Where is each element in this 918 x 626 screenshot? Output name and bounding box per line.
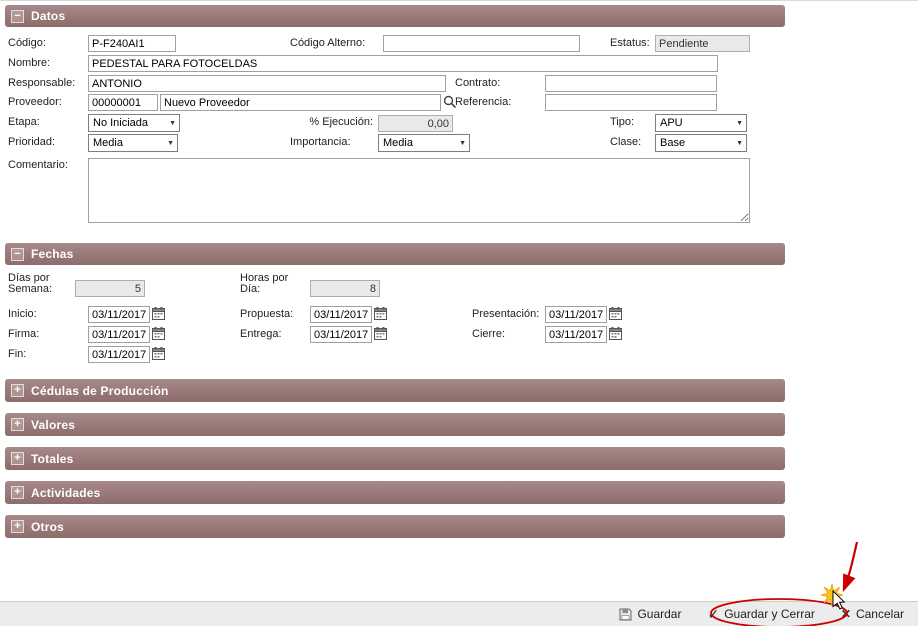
estatus-field: [655, 35, 750, 52]
clase-select[interactable]: Base ▼: [655, 134, 747, 152]
footer-toolbar: Guardar ✓ Guardar y Cerrar ✕ Cancelar: [0, 601, 918, 626]
section-title-fechas: Fechas: [31, 247, 74, 261]
calendar-icon[interactable]: [152, 327, 165, 340]
pointer-arrow-annotation: [844, 542, 857, 589]
contrato-label: Contrato:: [455, 77, 500, 89]
prioridad-select[interactable]: Media ▼: [88, 134, 178, 152]
section-title-cedulas: Cédulas de Producción: [31, 384, 169, 398]
form-page: − Datos Código: Código Alterno: Estatus:…: [0, 0, 918, 626]
section-title-valores: Valores: [31, 418, 75, 432]
propuesta-date-input[interactable]: [310, 306, 372, 323]
inicio-label: Inicio:: [8, 308, 37, 320]
expand-icon[interactable]: +: [11, 520, 24, 533]
clase-label: Clase:: [610, 136, 641, 148]
inicio-date-input[interactable]: [88, 306, 150, 323]
nombre-input[interactable]: [88, 55, 718, 72]
tipo-label: Tipo:: [610, 116, 634, 128]
contrato-input[interactable]: [545, 75, 717, 92]
comentario-textarea[interactable]: [88, 158, 750, 223]
importancia-selected-value: Media: [383, 137, 413, 149]
fin-label: Fin:: [8, 348, 26, 360]
guardar-label: Guardar: [637, 607, 681, 621]
nombre-label: Nombre:: [8, 57, 50, 69]
estatus-label: Estatus:: [610, 37, 650, 49]
referencia-label: Referencia:: [455, 96, 511, 108]
expand-icon[interactable]: +: [11, 384, 24, 397]
collapse-icon[interactable]: −: [11, 10, 24, 23]
presentacion-label: Presentación:: [472, 308, 539, 320]
propuesta-label: Propuesta:: [240, 308, 293, 320]
dias-semana-label: Días por Semana:: [8, 273, 60, 295]
section-title-totales: Totales: [31, 452, 74, 466]
cancelar-button[interactable]: ✕ Cancelar: [841, 607, 904, 621]
tipo-selected-value: APU: [660, 117, 683, 129]
guardar-y-cerrar-label: Guardar y Cerrar: [724, 607, 815, 621]
check-icon: ✓: [707, 608, 719, 620]
presentacion-date-input[interactable]: [545, 306, 607, 323]
etapa-selected-value: No Iniciada: [93, 117, 148, 129]
expand-icon[interactable]: +: [11, 418, 24, 431]
calendar-icon[interactable]: [152, 307, 165, 320]
codigo-input[interactable]: [88, 35, 176, 52]
clase-selected-value: Base: [660, 137, 685, 149]
proveedor-nombre-input[interactable]: [160, 94, 441, 111]
section-header-cedulas-de-produccion[interactable]: + Cédulas de Producción: [5, 379, 785, 402]
dias-semana-field: [75, 280, 145, 297]
calendar-icon[interactable]: [609, 307, 622, 320]
section-title-actividades: Actividades: [31, 486, 101, 500]
collapse-icon[interactable]: −: [11, 248, 24, 261]
importancia-select[interactable]: Media ▼: [378, 134, 470, 152]
expand-icon[interactable]: +: [11, 452, 24, 465]
fin-date-input[interactable]: [88, 346, 150, 363]
firma-date-input[interactable]: [88, 326, 150, 343]
cierre-label: Cierre:: [472, 328, 505, 340]
entrega-date-input[interactable]: [310, 326, 372, 343]
section-header-otros[interactable]: + Otros: [5, 515, 785, 538]
entrega-label: Entrega:: [240, 328, 282, 340]
importancia-label: Importancia:: [290, 136, 351, 148]
chevron-down-icon: ▼: [459, 140, 466, 147]
referencia-input[interactable]: [545, 94, 717, 111]
chevron-down-icon: ▼: [167, 140, 174, 147]
comentario-label: Comentario:: [8, 159, 68, 171]
cierre-date-input[interactable]: [545, 326, 607, 343]
etapa-select[interactable]: No Iniciada ▼: [88, 114, 180, 132]
ejecucion-field: [378, 115, 453, 132]
guardar-y-cerrar-button[interactable]: ✓ Guardar y Cerrar: [707, 607, 814, 621]
section-header-datos[interactable]: − Datos: [5, 5, 785, 27]
proveedor-label: Proveedor:: [8, 96, 62, 108]
section-header-valores[interactable]: + Valores: [5, 413, 785, 436]
section-title-datos: Datos: [31, 9, 65, 23]
ejecucion-label: % Ejecución:: [288, 116, 373, 128]
chevron-down-icon: ▼: [736, 140, 743, 147]
calendar-icon[interactable]: [374, 307, 387, 320]
calendar-icon[interactable]: [152, 347, 165, 360]
section-header-fechas[interactable]: − Fechas: [5, 243, 785, 265]
proveedor-codigo-input[interactable]: [88, 94, 158, 111]
section-header-actividades[interactable]: + Actividades: [5, 481, 785, 504]
prioridad-label: Prioridad:: [8, 136, 55, 148]
responsable-input[interactable]: [88, 75, 446, 92]
calendar-icon[interactable]: [609, 327, 622, 340]
responsable-label: Responsable:: [8, 77, 75, 89]
expand-icon[interactable]: +: [11, 486, 24, 499]
section-header-totales[interactable]: + Totales: [5, 447, 785, 470]
horas-dia-label: Horas por Día:: [240, 273, 298, 295]
prioridad-selected-value: Media: [93, 137, 123, 149]
codigo-alterno-input[interactable]: [383, 35, 580, 52]
tipo-select[interactable]: APU ▼: [655, 114, 747, 132]
section-title-otros: Otros: [31, 520, 64, 534]
etapa-label: Etapa:: [8, 116, 40, 128]
codigo-label: Código:: [8, 37, 46, 49]
save-icon: [619, 608, 632, 621]
horas-dia-field: [310, 280, 380, 297]
codigo-alterno-label: Código Alterno:: [290, 37, 365, 49]
firma-label: Firma:: [8, 328, 39, 340]
close-icon: ✕: [841, 607, 851, 621]
guardar-button[interactable]: Guardar: [619, 607, 681, 621]
calendar-icon[interactable]: [374, 327, 387, 340]
cancelar-label: Cancelar: [856, 607, 904, 621]
chevron-down-icon: ▼: [169, 120, 176, 127]
chevron-down-icon: ▼: [736, 120, 743, 127]
